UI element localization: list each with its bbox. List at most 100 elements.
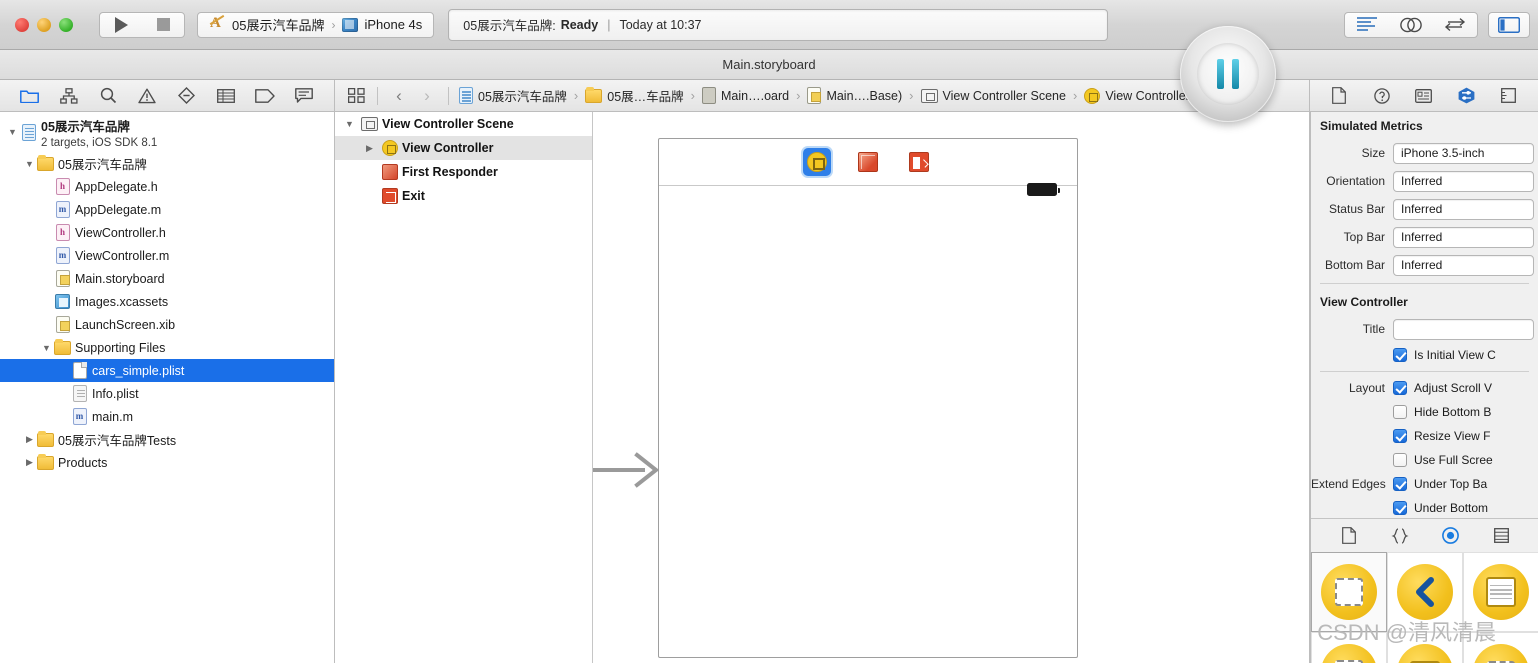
recording-pause-button[interactable] [1180,26,1276,122]
checkbox[interactable] [1393,453,1407,467]
library-item-split-view-controller[interactable] [1387,632,1463,663]
metrics-value-dropdown[interactable]: Inferred [1393,198,1534,220]
breadcrumb-item-4[interactable]: View Controller Scene [920,88,1066,103]
code-snippet-library-tab[interactable] [1388,524,1412,548]
disclosure-triangle[interactable] [23,157,36,170]
scheme-separator-icon: › [331,17,336,32]
checkbox[interactable] [1393,405,1407,419]
storyboard-canvas[interactable] [593,112,1310,663]
disclosure-triangle[interactable] [363,142,376,155]
zoom-window-button[interactable] [59,17,73,32]
outline-row[interactable]: Exit [335,184,592,208]
navigator-row-label: AppDelegate.h [75,179,158,194]
assistant-editor-icon [1400,17,1422,32]
disclosure-triangle[interactable] [23,456,36,469]
object-library-tab[interactable] [1439,524,1463,548]
attributes-inspector-tab[interactable] [1454,84,1478,108]
run-button[interactable] [100,12,142,38]
breadcrumb-item-5[interactable]: View Controller [1084,87,1190,104]
stop-button[interactable] [142,12,184,38]
metrics-value-dropdown[interactable]: Inferred [1393,226,1534,248]
disclosure-triangle[interactable] [23,433,36,446]
object-library-grid[interactable] [1311,552,1538,663]
checkbox[interactable] [1393,348,1407,362]
project-navigator-tab[interactable] [17,84,43,108]
outline-row[interactable]: View Controller Scene [335,112,592,136]
document-outline[interactable]: View Controller Scene View Controller Firs… [335,112,593,663]
breadcrumb-item-2[interactable]: Main….oard [702,87,789,104]
navigator-row[interactable]: 05展示汽车品牌Tests [0,428,334,451]
scene-dock-first-responder[interactable] [854,148,882,176]
navigate-back-button[interactable]: ‹ [386,84,412,108]
version-editor-button[interactable] [1433,12,1477,38]
close-window-button[interactable] [15,17,29,32]
breadcrumb-item-3[interactable]: Main….Base) [807,87,902,104]
project-navigator[interactable]: 05展示汽车品牌2 targets, iOS SDK 8.105展示汽车品牌hA… [0,112,335,663]
minimize-window-button[interactable] [37,17,51,32]
test-navigator-tab[interactable] [174,84,200,108]
library-item-table-view-controller[interactable] [1463,552,1538,632]
assistant-editor-button[interactable] [1389,12,1433,38]
report-navigator-tab[interactable] [291,84,317,108]
metrics-value-dropdown[interactable]: iPhone 3.5-inch [1393,142,1534,164]
scene-dock-exit[interactable] [905,148,933,176]
quick-help-inspector-tab[interactable] [1370,84,1394,108]
title-label: Title [1362,322,1385,336]
navigator-row[interactable]: h AppDelegate.h [0,175,334,198]
outline-row[interactable]: First Responder [335,160,592,184]
library-item-page-view-controller[interactable] [1463,632,1538,663]
title-input[interactable] [1393,318,1534,340]
navigator-row[interactable]: Images.xcassets [0,290,334,313]
navigator-row[interactable]: h ViewController.h [0,221,334,244]
source-control-navigator-tab[interactable] [56,84,82,108]
navigator-row[interactable]: LaunchScreen.xib [0,313,334,336]
disclosure-triangle[interactable] [343,118,356,131]
navigator-row[interactable]: m AppDelegate.m [0,198,334,221]
standard-editor-button[interactable] [1345,12,1389,38]
row-text: ViewController.h [75,224,166,242]
disclosure-triangle[interactable] [40,341,53,354]
related-items-button[interactable] [343,84,369,108]
identity-inspector-tab[interactable] [1412,84,1436,108]
navigator-row-label: Images.xcassets [75,294,169,309]
metrics-value-dropdown[interactable]: Inferred [1393,170,1534,192]
navigator-row[interactable]: Info.plist [0,382,334,405]
navigator-row[interactable]: Supporting Files [0,336,334,359]
library-item-view-controller[interactable] [1311,552,1387,632]
find-navigator-tab[interactable] [95,84,121,108]
issue-navigator-tab[interactable] [134,84,160,108]
navigator-row[interactable]: cars_simple.plist [0,359,334,382]
outline-row[interactable]: View Controller [335,136,592,160]
navigate-forward-button[interactable]: › [414,84,440,108]
debug-navigator-tab[interactable] [213,84,239,108]
checkbox[interactable] [1393,429,1407,443]
breadcrumb-item-0[interactable]: 05展示汽车品牌 [459,86,567,105]
file-template-library-tab[interactable] [1337,524,1361,548]
breakpoint-navigator-tab[interactable] [252,84,278,108]
row-text: LaunchScreen.xib [75,316,175,334]
source-file-icon: m [55,247,70,264]
disclosure-triangle[interactable] [6,126,19,139]
attributes-inspector[interactable]: Simulated Metrics Size iPhone 3.5-inch Ori… [1310,112,1538,663]
checkbox[interactable] [1393,501,1407,515]
metrics-value-dropdown[interactable]: Inferred [1393,254,1534,276]
file-inspector-tab[interactable] [1327,84,1351,108]
scheme-selector[interactable]: 05展示汽车品牌 › iPhone 4s [197,11,435,38]
library-item-tab-bar-controller[interactable] [1311,632,1387,663]
scene-dock-view-controller[interactable] [803,148,831,176]
media-library-tab[interactable] [1490,524,1514,548]
view-controller-scene-frame[interactable] [658,138,1078,658]
navigator-row[interactable]: 05展示汽车品牌 [0,152,334,175]
library-item-navigation-controller[interactable] [1387,552,1463,632]
size-inspector-tab[interactable] [1497,84,1521,108]
navigator-row[interactable]: 05展示汽车品牌 2 targets, iOS SDK 8.1 [0,112,334,152]
breadcrumb-item-1[interactable]: 05展…车品牌 [585,86,684,105]
navigator-row[interactable]: Main.storyboard [0,267,334,290]
checkbox[interactable] [1393,381,1407,395]
navigator-row[interactable]: m ViewController.m [0,244,334,267]
navigator-row[interactable]: m main.m [0,405,334,428]
navigator-row[interactable]: Products [0,451,334,474]
toggle-utilities-button[interactable] [1489,12,1529,38]
checkbox[interactable] [1393,477,1407,491]
jump-bar: ‹ › 05展示汽车品牌 › 05展…车品牌 › Main….oard › Ma… [335,80,1310,112]
